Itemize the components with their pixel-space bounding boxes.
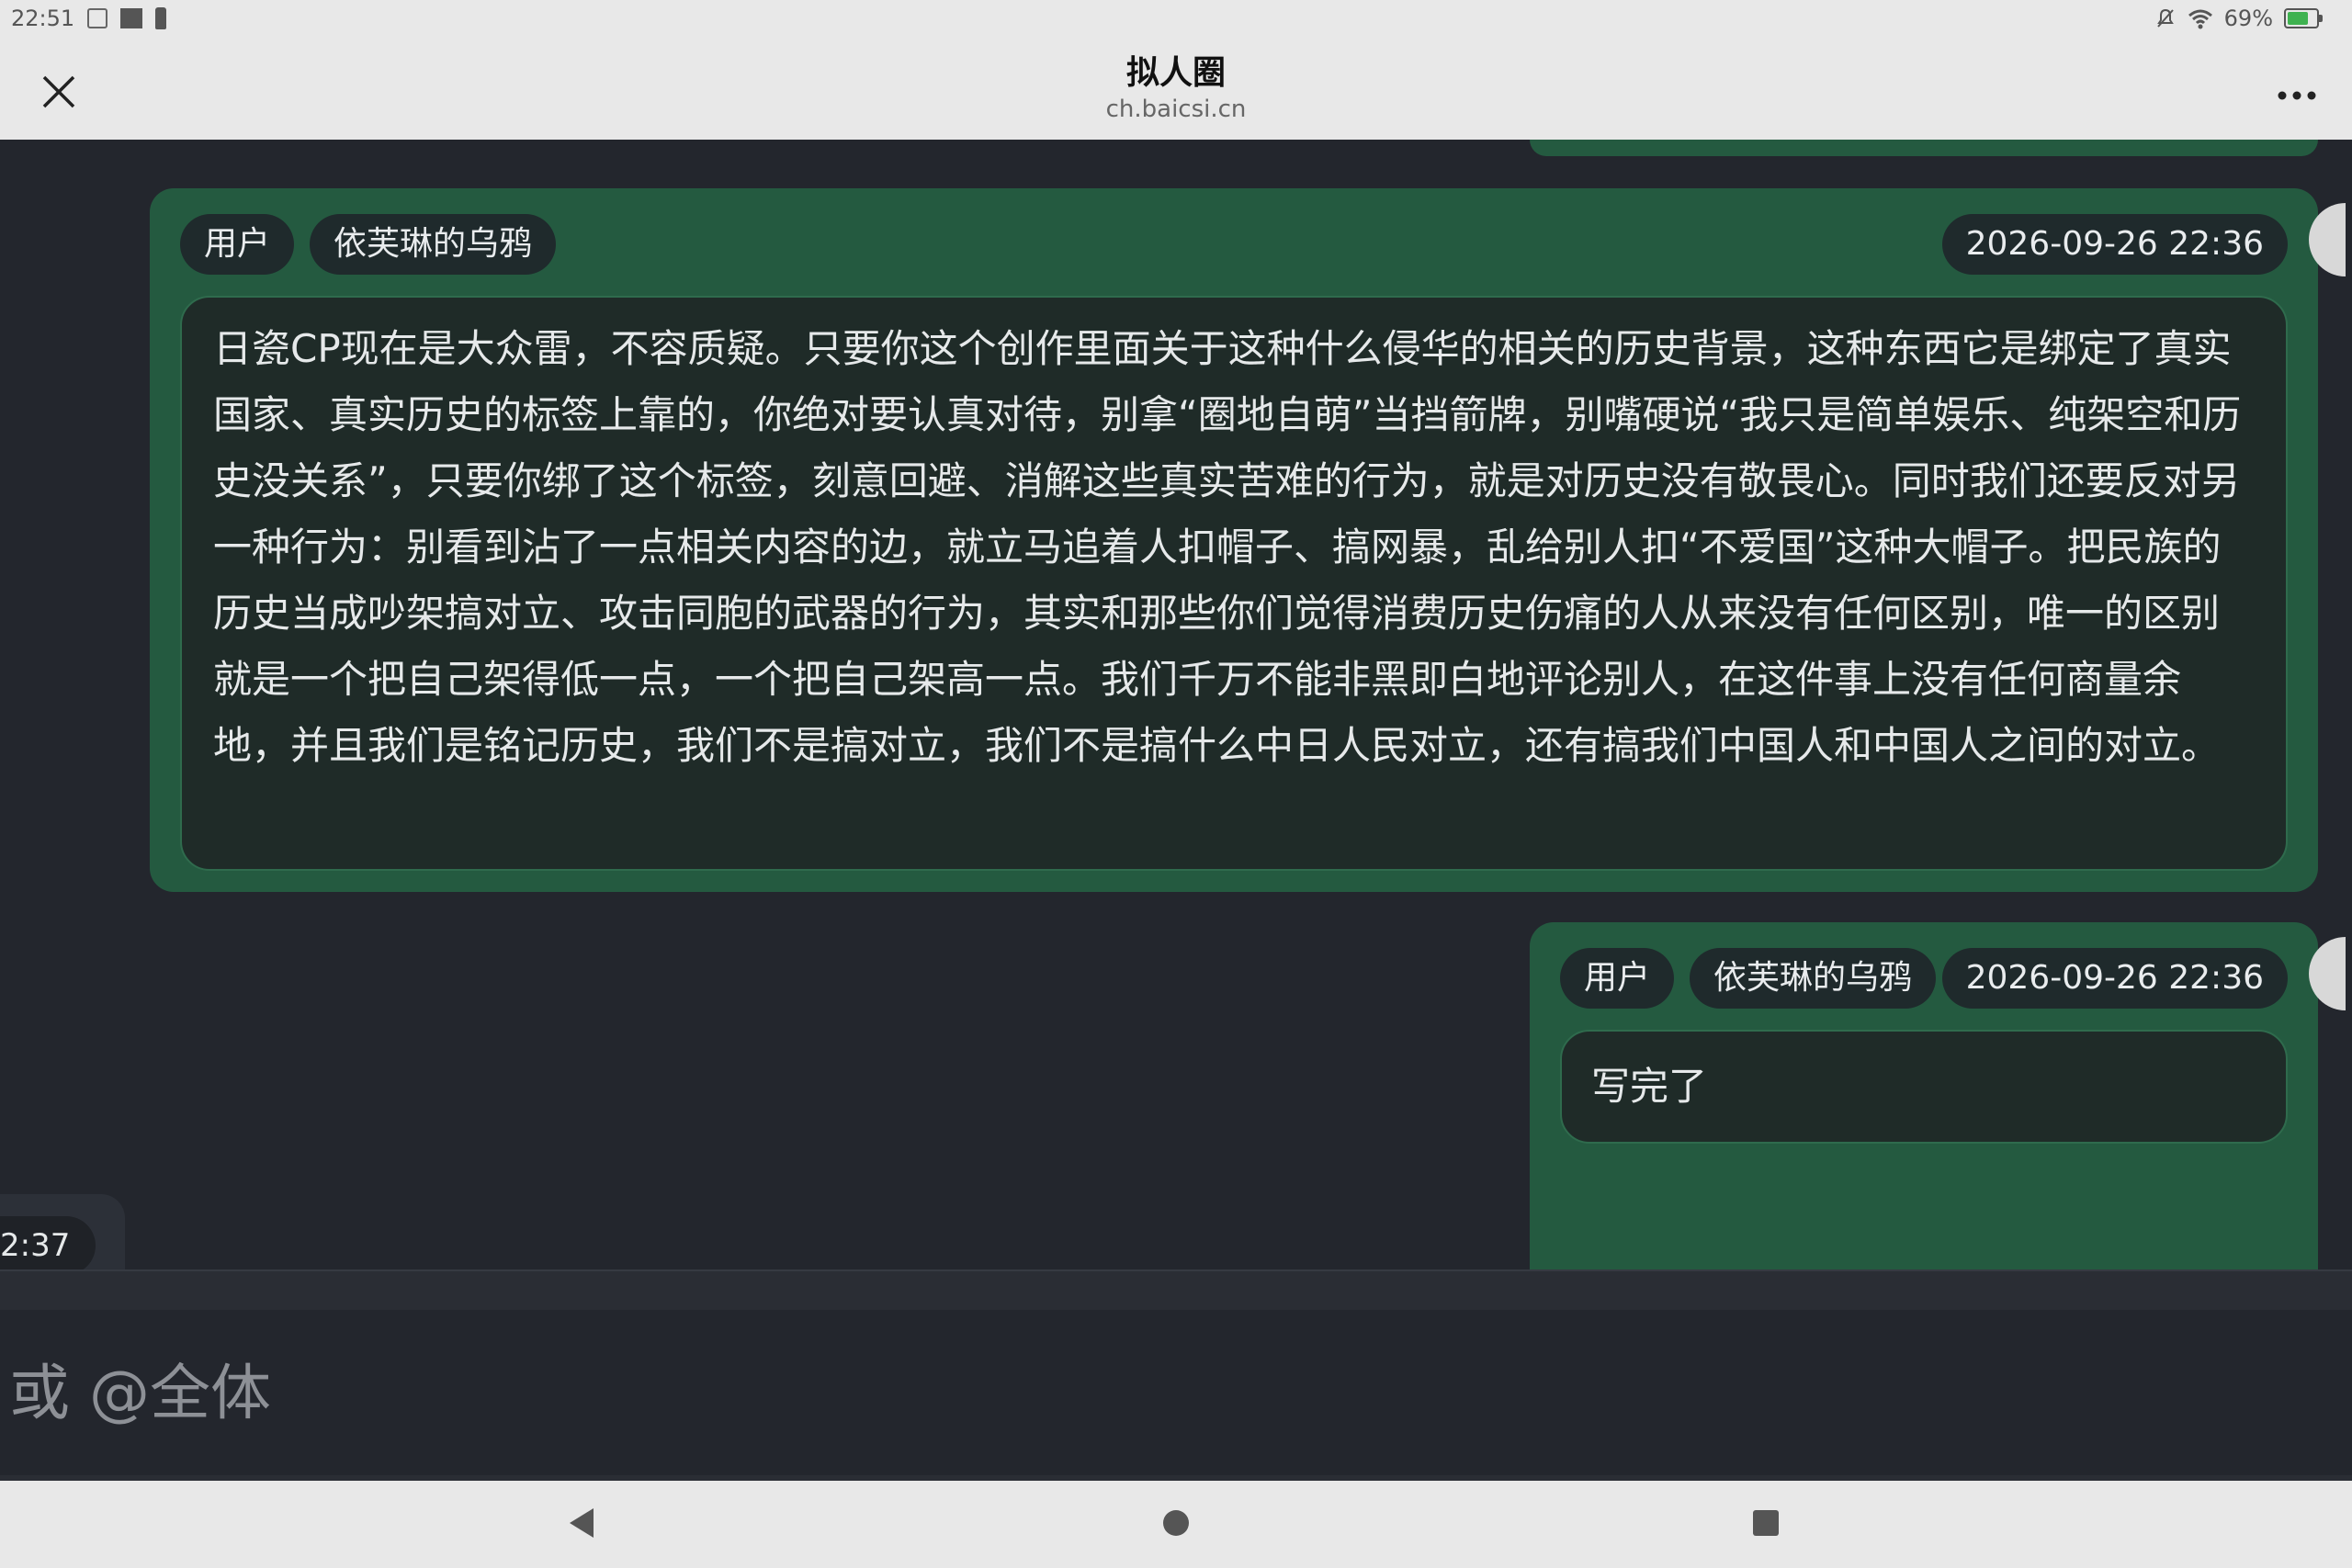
page-url: ch.baicsi.cn [1105,96,1247,123]
more-icon [2278,91,2316,100]
timestamp-badge: 2026-09-26 22:36 [1941,214,2288,275]
message-text: 写完了 [1560,1030,2288,1144]
username-badge[interactable]: 依芙琳的乌鸦 [310,214,557,275]
status-left: 22:51 [11,6,167,31]
sd-card-icon [155,7,167,29]
more-button[interactable] [2269,70,2324,107]
avatar[interactable] [2309,203,2346,276]
username-badge[interactable]: 依芙琳的乌鸦 [1690,948,1937,1009]
chat-area[interactable]: 用户 依芙琳的乌鸦 2026-09-26 22:36 日瓷CP现在是大众雷，不容… [0,140,2352,1269]
message-text: 日瓷CP现在是大众雷，不容质疑。只要你这个创作里面关于这种什么侵华的相关的历史背… [180,296,2288,871]
battery-icon [2284,8,2323,28]
partial-message-bubble: 2:37 [0,1194,125,1269]
back-triangle-icon[interactable] [570,1508,594,1538]
role-badge: 用户 [180,214,295,275]
timestamp-badge: 2026-09-26 22:36 [1941,948,2288,1009]
battery-percent: 69% [2223,6,2273,31]
message-input[interactable] [0,1310,2352,1475]
system-nav-bar [0,1481,2352,1568]
calendar-icon [87,8,108,28]
status-time: 22:51 [11,6,75,31]
app-header: 拟人圈 ch.baicsi.cn [0,37,2352,140]
timestamp-badge: 2:37 [0,1216,96,1269]
chat-message[interactable]: 用户 依芙琳的乌鸦 2026-09-26 22:36 日瓷CP现在是大众雷，不容… [150,188,2346,892]
avatar[interactable] [2309,937,2346,1010]
status-right: 69% [2154,6,2323,31]
page-title: 拟人圈 [1125,54,1226,92]
role-badge: 用户 [1560,948,1675,1009]
status-bar: 22:51 69% [0,0,2352,37]
recent-square-icon[interactable] [1753,1510,1779,1536]
home-circle-icon[interactable] [1163,1510,1189,1536]
wifi-icon [2188,9,2212,29]
composer [0,1269,2352,1483]
square-icon [120,8,143,28]
previous-message-bubble [1530,140,2318,156]
mute-icon [2156,8,2174,28]
chat-message[interactable]: 用户 依芙琳的乌鸦 2026-09-26 22:36 写完了 [1530,922,2346,1269]
